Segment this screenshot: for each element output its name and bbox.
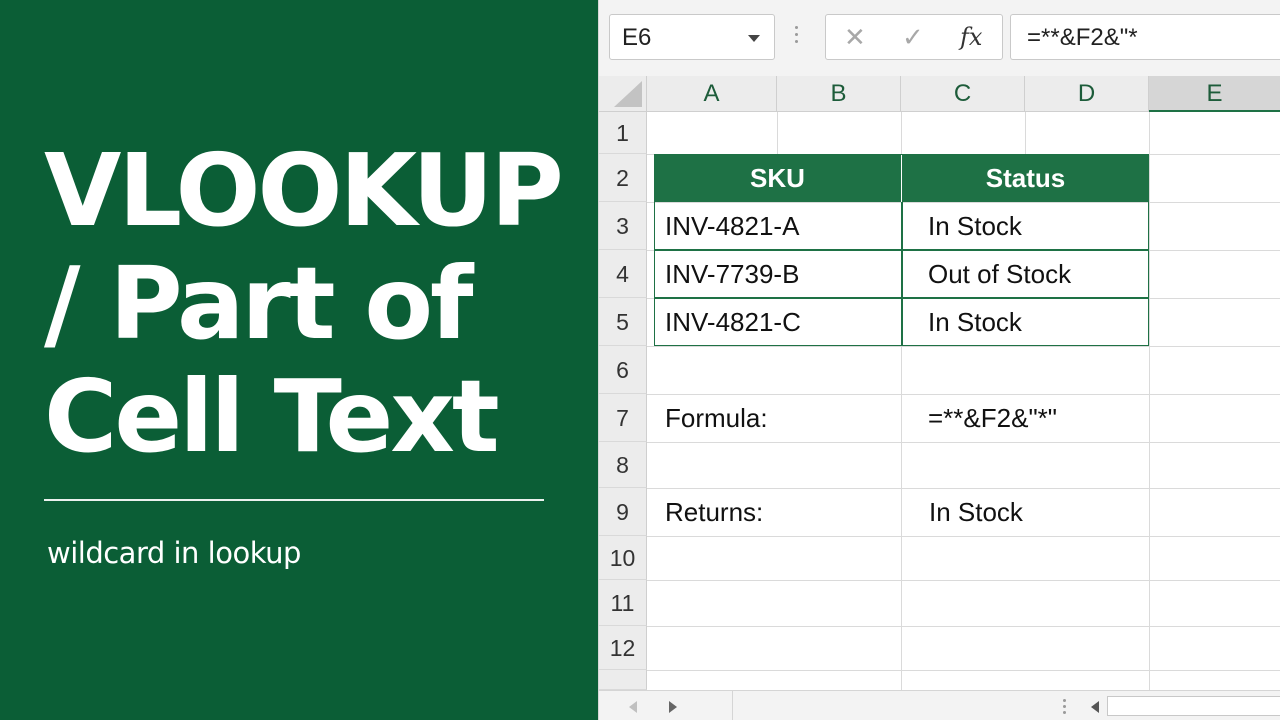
gridline <box>647 536 1280 537</box>
spreadsheet-window: E6 ✕ ✓ fx =**&F2&"* A B C D E 1 2 3 4 5 … <box>598 0 1280 720</box>
row-header-5[interactable]: 5 <box>599 298 647 346</box>
name-box-value: E6 <box>622 24 652 51</box>
row-header-3[interactable]: 3 <box>599 202 647 250</box>
cancel-icon[interactable]: ✕ <box>844 22 866 53</box>
row-header-1[interactable]: 1 <box>599 112 647 154</box>
title-panel: VLOOKUP / Part of Cell Text wildcard in … <box>0 0 598 720</box>
enter-icon[interactable]: ✓ <box>902 22 924 53</box>
row-header-6[interactable]: 6 <box>599 346 647 394</box>
more-options-icon[interactable] <box>1063 699 1066 717</box>
row-header-4[interactable]: 4 <box>599 250 647 298</box>
name-box[interactable]: E6 <box>609 14 775 60</box>
subtitle: wildcard in lookup <box>47 536 301 570</box>
formula-label-cell[interactable]: Formula: <box>665 394 768 442</box>
title-divider <box>44 499 544 501</box>
table-cell-sku[interactable]: INV-4821-C <box>665 298 801 346</box>
row-header-8[interactable]: 8 <box>599 442 647 488</box>
page-title: VLOOKUP / Part of Cell Text <box>44 134 584 473</box>
row-header-13[interactable] <box>599 670 647 690</box>
gridline <box>647 346 1280 347</box>
scroll-left-icon[interactable] <box>1091 701 1099 713</box>
gridline <box>1025 112 1026 154</box>
scrollbar-thumb[interactable] <box>1107 696 1280 716</box>
table-divider <box>901 202 903 346</box>
row-header-2[interactable]: 2 <box>599 154 647 202</box>
formula-value-cell[interactable]: =**&F2&"*" <box>928 394 1057 442</box>
row-header-11[interactable]: 11 <box>599 580 647 626</box>
column-header-c[interactable]: C <box>901 76 1025 112</box>
column-header-e[interactable]: E <box>1149 76 1280 112</box>
title-line-3: Cell Text <box>44 358 500 475</box>
formula-buttons: ✕ ✓ fx <box>825 14 1003 60</box>
table-cell-status[interactable]: In Stock <box>928 202 1022 250</box>
table-cell-status[interactable]: In Stock <box>928 298 1022 346</box>
gridline <box>647 670 1280 671</box>
scroll-right-icon[interactable] <box>669 701 677 713</box>
table-cell-sku[interactable]: INV-4821-A <box>665 202 799 250</box>
row-header-12[interactable]: 12 <box>599 626 647 670</box>
row-header-7[interactable]: 7 <box>599 394 647 442</box>
horizontal-scrollbar[interactable] <box>599 690 1280 720</box>
title-line-2: / Part of <box>44 245 474 362</box>
scroll-left-icon[interactable] <box>629 701 637 713</box>
more-options-icon[interactable] <box>795 26 799 48</box>
formula-bar: E6 ✕ ✓ fx =**&F2&"* <box>599 0 1280 76</box>
title-line-1: VLOOKUP <box>44 132 564 249</box>
column-header-a[interactable]: A <box>647 76 777 112</box>
column-header-b[interactable]: B <box>777 76 901 112</box>
gridline <box>1149 112 1150 690</box>
gridline <box>647 442 1280 443</box>
returns-value-cell[interactable]: In Stock <box>929 488 1023 536</box>
gridline <box>647 626 1280 627</box>
row-header-10[interactable]: 10 <box>599 536 647 580</box>
gridline <box>777 112 778 154</box>
gridline <box>647 580 1280 581</box>
table-cell-sku[interactable]: INV-7739-B <box>665 250 799 298</box>
returns-label-cell[interactable]: Returns: <box>665 488 763 536</box>
insert-function-icon[interactable]: fx <box>960 23 982 51</box>
row-header-9[interactable]: 9 <box>599 488 647 536</box>
chevron-down-icon[interactable] <box>748 35 760 42</box>
table-cell-status[interactable]: Out of Stock <box>928 250 1071 298</box>
formula-input[interactable]: =**&F2&"* <box>1010 14 1280 60</box>
scrollbar-divider <box>732 691 733 720</box>
column-header-d[interactable]: D <box>1025 76 1149 112</box>
select-all-button[interactable] <box>599 76 647 112</box>
